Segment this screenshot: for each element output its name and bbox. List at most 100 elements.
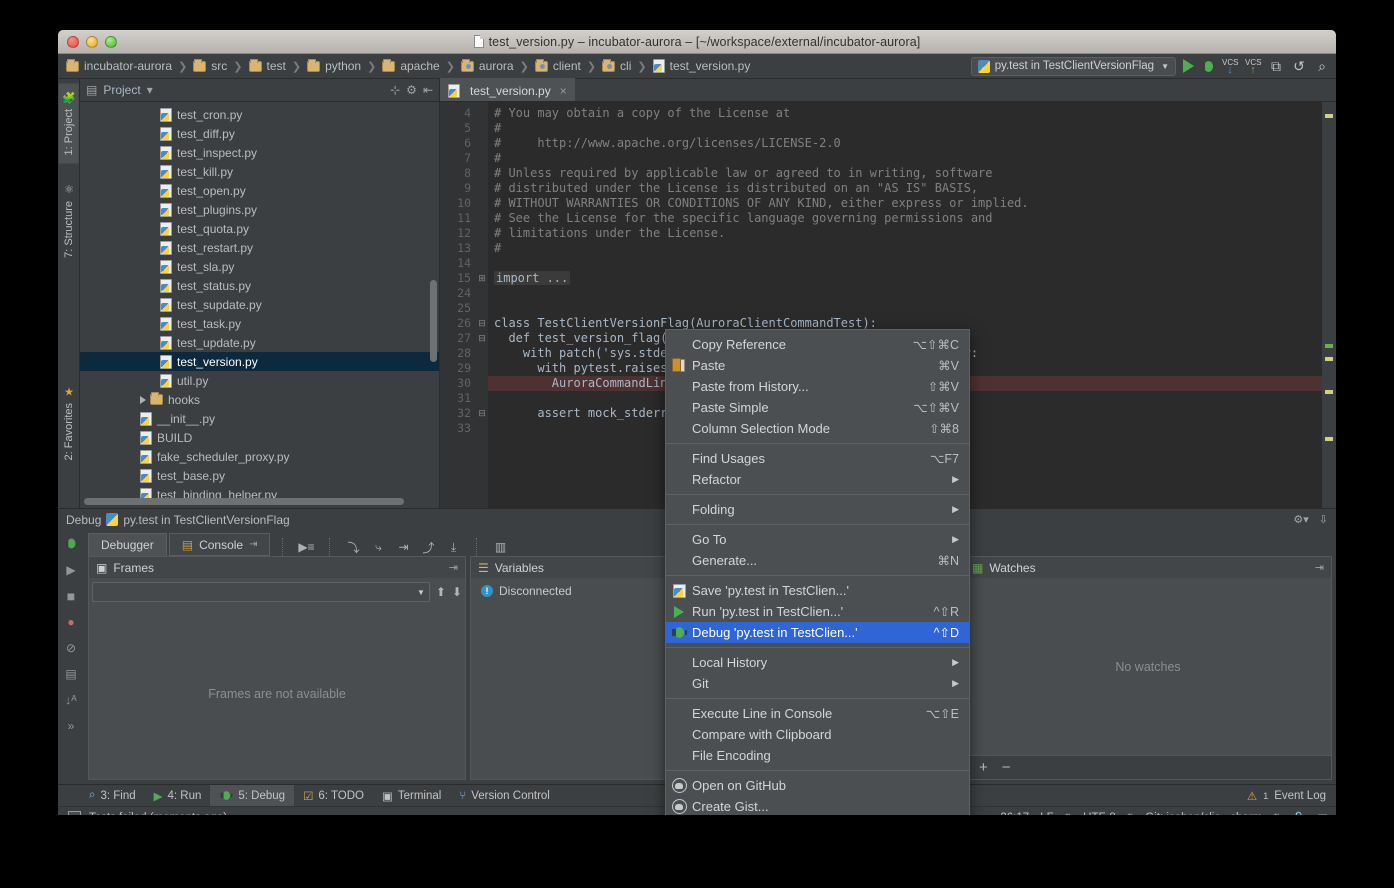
menu-item[interactable]: Execute Line in Console⌥⇧E — [666, 703, 969, 724]
menu-item[interactable]: Paste⌘V — [666, 355, 969, 376]
code-line[interactable]: # You may obtain a copy of the License a… — [488, 106, 1322, 121]
vcs-update-button[interactable]: VCS↓ — [1222, 59, 1238, 74]
fold-marker[interactable] — [476, 376, 488, 391]
menu-item[interactable]: Column Selection Mode⇧⌘8 — [666, 418, 969, 439]
breadcrumb-item-2[interactable]: test — [267, 59, 286, 73]
git-branch[interactable]: Git: jcohen/clie...charm — [1145, 812, 1262, 816]
fold-marker[interactable]: ⊞ — [476, 271, 488, 286]
fold-marker[interactable] — [476, 421, 488, 436]
menu-item[interactable]: Save 'py.test in TestClien...' — [666, 580, 969, 601]
tree-item[interactable]: test_kill.py — [80, 162, 439, 181]
fold-marker[interactable] — [476, 286, 488, 301]
menu-item[interactable]: Compare with Clipboard — [666, 724, 969, 745]
menu-item[interactable]: File Encoding — [666, 745, 969, 766]
fold-marker[interactable] — [476, 151, 488, 166]
hide-panel-icon[interactable]: ⇤ — [423, 83, 433, 97]
menu-item[interactable]: Generate...⌘N — [666, 550, 969, 571]
gear-icon[interactable]: ⚙ — [406, 83, 417, 97]
fold-marker[interactable] — [476, 391, 488, 406]
tab-debugger[interactable]: Debugger — [88, 533, 167, 556]
fold-marker[interactable] — [476, 346, 488, 361]
tree-item[interactable]: test_version.py — [80, 352, 439, 371]
file-encoding[interactable]: UTF-8 — [1083, 812, 1116, 816]
fold-marker[interactable] — [476, 241, 488, 256]
tree-item[interactable]: test_update.py — [80, 333, 439, 352]
tree-item[interactable]: hooks — [80, 390, 439, 409]
menu-item[interactable]: Paste from History...⇧⌘V — [666, 376, 969, 397]
menu-item[interactable]: Paste Simple⌥⇧⌘V — [666, 397, 969, 418]
hide-panel-icon[interactable]: ⇩ — [1319, 513, 1328, 526]
fold-marker[interactable] — [476, 106, 488, 121]
fold-marker[interactable] — [476, 136, 488, 151]
code-line[interactable]: # Unless required by applicable law or a… — [488, 166, 1322, 181]
code-line[interactable]: # http://www.apache.org/licenses/LICENSE… — [488, 136, 1322, 151]
fold-marker[interactable] — [476, 181, 488, 196]
menu-item[interactable]: Copy Reference⌥⇧⌘C — [666, 334, 969, 355]
run-button[interactable] — [1183, 59, 1194, 73]
sidebar-item-structure[interactable]: 7: Structure ⚛ — [60, 175, 78, 266]
sidebar-item-project[interactable]: 1: Project 🧩 — [59, 83, 79, 163]
view-breakpoints-icon[interactable]: ● — [63, 613, 80, 630]
memory-icon[interactable]: ▤ — [1317, 811, 1328, 816]
tree-item[interactable]: fake_scheduler_proxy.py — [80, 447, 439, 466]
tree-item[interactable]: test_inspect.py — [80, 143, 439, 162]
tree-item[interactable]: test_supdate.py — [80, 295, 439, 314]
lock-icon[interactable]: 🔓 — [1292, 811, 1306, 816]
gear-icon[interactable]: ⚙▾ — [1293, 513, 1308, 526]
tool-button-terminal[interactable]: ▣Terminal — [373, 785, 450, 807]
breadcrumb-item-5[interactable]: aurora — [479, 59, 514, 73]
evaluate-expression-icon[interactable]: ▥ — [492, 539, 508, 555]
editor-context-menu[interactable]: Copy Reference⌥⇧⌘CPaste⌘VPaste from Hist… — [665, 329, 970, 815]
tool-button-debug[interactable]: 5: Debug — [210, 785, 294, 807]
undo-icon[interactable]: ↺ — [1291, 58, 1307, 74]
menu-item[interactable]: Local History▶ — [666, 652, 969, 673]
fold-marker[interactable] — [476, 166, 488, 181]
code-line[interactable] — [488, 286, 1322, 301]
tree-item[interactable]: test_task.py — [80, 314, 439, 333]
thread-selector[interactable]: ▼ — [92, 582, 430, 602]
code-line[interactable] — [488, 256, 1322, 271]
code-line[interactable]: # — [488, 241, 1322, 256]
breadcrumb-item-8[interactable]: test_version.py — [670, 59, 751, 73]
resume-program-icon[interactable]: ▶ — [63, 561, 80, 578]
step-out-icon[interactable]: ⤴ — [420, 539, 436, 555]
code-line[interactable]: # — [488, 151, 1322, 166]
settings-icon[interactable]: ⇥ — [449, 561, 458, 574]
code-line[interactable]: # limitations under the License. — [488, 226, 1322, 241]
fold-marker[interactable]: ⊟ — [476, 331, 488, 346]
status-toggle-icon[interactable] — [68, 811, 81, 815]
tree-item[interactable]: test_restart.py — [80, 238, 439, 257]
code-line[interactable]: # WITHOUT WARRANTIES OR CONDITIONS OF AN… — [488, 196, 1322, 211]
fold-marker[interactable]: ⊟ — [476, 316, 488, 331]
fold-marker[interactable] — [476, 301, 488, 316]
search-icon[interactable]: ⌕ — [1314, 58, 1330, 74]
code-line[interactable]: # distributed under the License is distr… — [488, 181, 1322, 196]
editor-tab-test-version[interactable]: test_version.py × — [440, 78, 575, 101]
menu-item[interactable]: Debug 'py.test in TestClien...'^⇧D — [666, 622, 969, 643]
remove-watch-button[interactable]: − — [1002, 759, 1011, 776]
settings-icon[interactable]: ⇥ — [1315, 561, 1324, 574]
code-line[interactable]: # — [488, 121, 1322, 136]
run-configuration-selector[interactable]: py.test in TestClientVersionFlag ▼ — [971, 57, 1176, 76]
code-line[interactable]: # See the License for the specific langu… — [488, 211, 1322, 226]
fold-marker[interactable] — [476, 121, 488, 136]
tree-item[interactable]: util.py — [80, 371, 439, 390]
code-line[interactable] — [488, 301, 1322, 316]
menu-item[interactable]: Find Usages⌥F7 — [666, 448, 969, 469]
sidebar-item-favorites[interactable]: 2: Favorites ★ — [60, 377, 78, 468]
code-line[interactable]: import ... — [488, 271, 1322, 286]
step-into-icon[interactable]: ⤷ — [370, 539, 386, 555]
menu-item[interactable]: Create Gist... — [666, 796, 969, 815]
fold-marker[interactable]: ⊟ — [476, 406, 488, 421]
breadcrumb-item-7[interactable]: cli — [620, 59, 631, 73]
debug-bug-icon[interactable] — [63, 535, 80, 552]
breadcrumb-item-0[interactable]: incubator-aurora — [84, 59, 172, 73]
more-actions-icon[interactable]: » — [63, 717, 80, 734]
editor-marker-gutter[interactable] — [1322, 102, 1336, 508]
fold-marker[interactable] — [476, 256, 488, 271]
vertical-scrollbar[interactable] — [430, 280, 437, 362]
project-tree[interactable]: test_cron.pytest_diff.pytest_inspect.pyt… — [80, 102, 439, 508]
breadcrumb-item-4[interactable]: apache — [400, 59, 439, 73]
breadcrumb-item-6[interactable]: client — [553, 59, 581, 73]
detach-icon[interactable]: ⇥ — [249, 539, 257, 550]
